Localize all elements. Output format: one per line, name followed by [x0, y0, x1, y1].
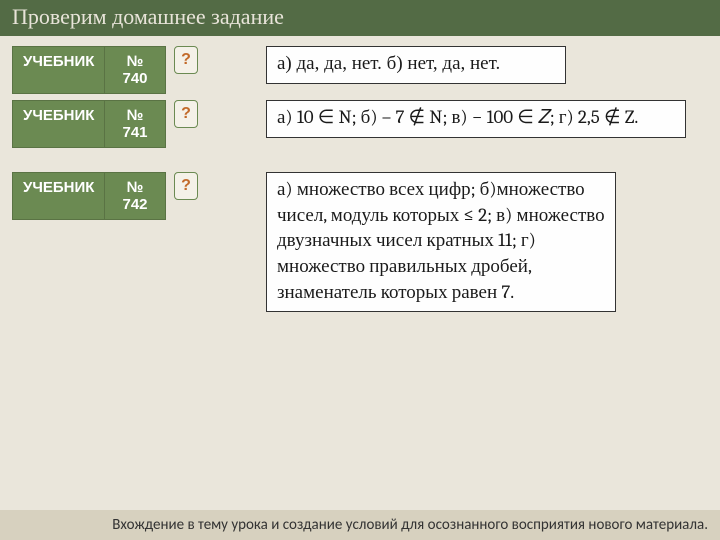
question-mark-icon[interactable]: ? [174, 46, 198, 74]
footer-text: Вхождение в тему урока и создание услови… [112, 516, 708, 534]
page-footer: Вхождение в тему урока и создание услови… [0, 510, 720, 540]
answer-box: а) множество всех цифр; б)множество чисе… [266, 172, 616, 312]
textbook-label: УЧЕБНИК [12, 172, 104, 220]
task-row: УЧЕБНИК № 741 ? а) 10 ∈ N; б) – 7 ∉ N; в… [12, 100, 708, 148]
page-header: Проверим домашнее задание [0, 0, 720, 36]
task-number: № 741 [104, 100, 166, 148]
answer-box: а) 10 ∈ N; б) – 7 ∉ N; в) − 100 ∈ 𝑍; г) … [266, 100, 686, 138]
textbook-label: УЧЕБНИК [12, 46, 104, 94]
page-title: Проверим домашнее задание [12, 4, 284, 29]
content-area: УЧЕБНИК № 740 ? а) да, да, нет. б) нет, … [0, 36, 720, 332]
task-badge: УЧЕБНИК № 742 [12, 172, 166, 220]
task-row: УЧЕБНИК № 740 ? а) да, да, нет. б) нет, … [12, 46, 708, 94]
textbook-label: УЧЕБНИК [12, 100, 104, 148]
task-number: № 742 [104, 172, 166, 220]
task-badge: УЧЕБНИК № 740 [12, 46, 166, 94]
question-mark-icon[interactable]: ? [174, 172, 198, 200]
question-mark-icon[interactable]: ? [174, 100, 198, 128]
task-row: УЧЕБНИК № 742 ? а) множество всех цифр; … [12, 172, 708, 312]
answer-box: а) да, да, нет. б) нет, да, нет. [266, 46, 566, 84]
task-number: № 740 [104, 46, 166, 94]
task-badge: УЧЕБНИК № 741 [12, 100, 166, 148]
